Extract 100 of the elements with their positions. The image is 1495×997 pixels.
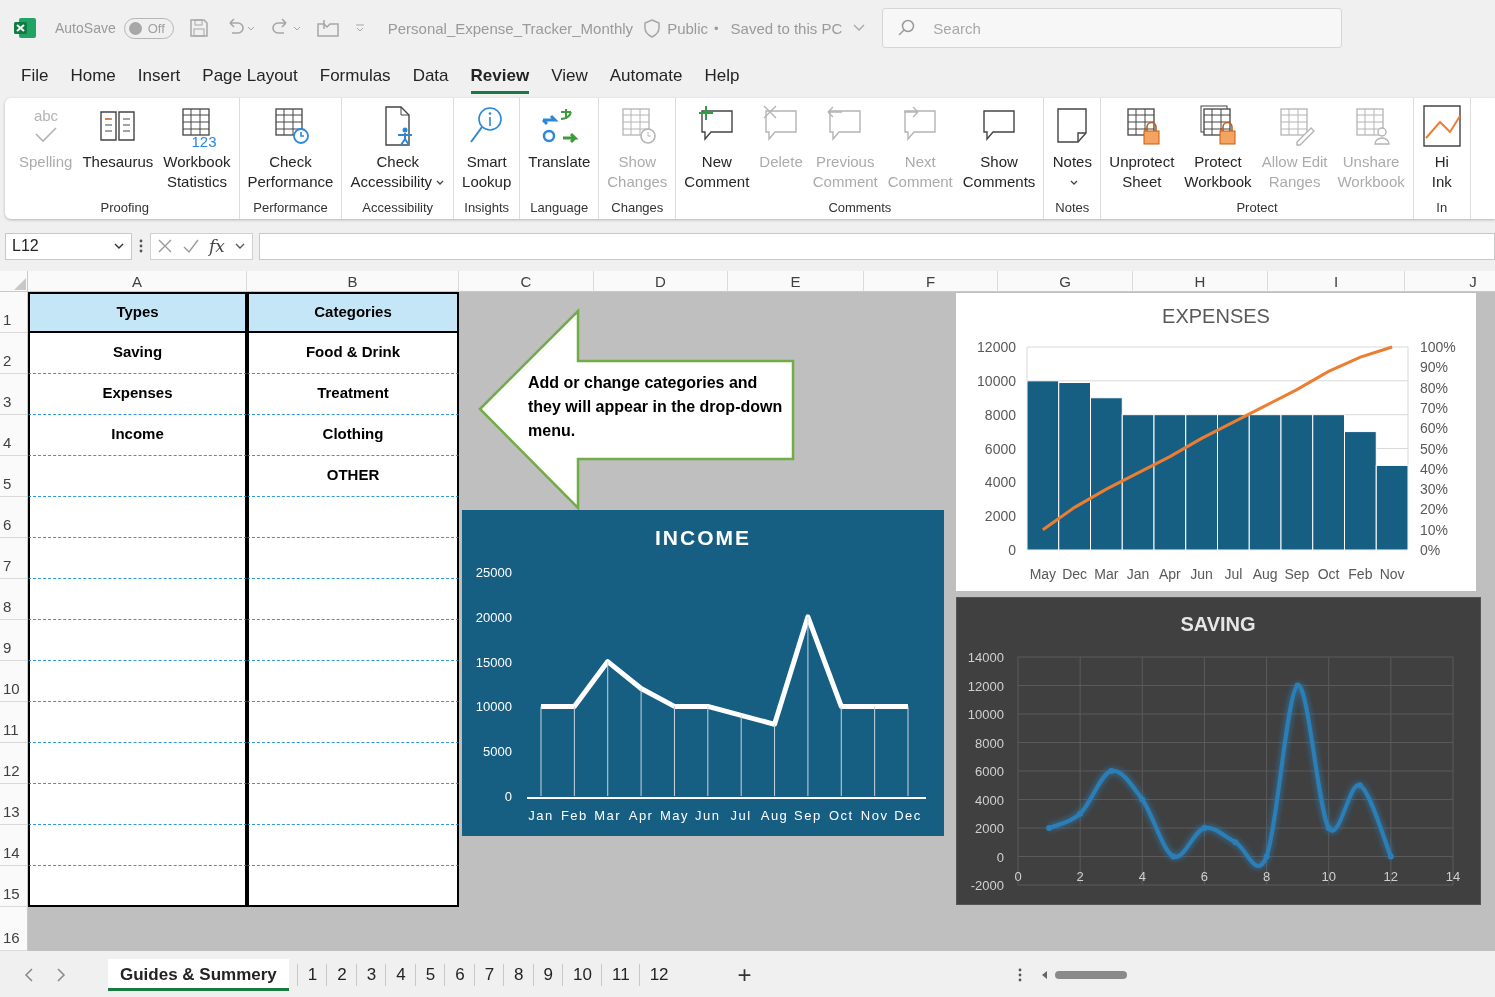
column-header[interactable]: D [594, 271, 728, 292]
column-header[interactable]: H [1133, 271, 1268, 292]
table-cell[interactable] [28, 538, 247, 579]
table-cell[interactable] [28, 743, 247, 784]
formula-field[interactable] [258, 232, 1495, 260]
caret-icon[interactable] [233, 241, 246, 251]
table-cell[interactable] [28, 456, 247, 497]
table-cell[interactable] [247, 497, 459, 538]
customize-caret-icon[interactable] [353, 22, 366, 34]
ribbon-button[interactable]: 123 Workbook Statistics [158, 98, 236, 200]
sheet-tab[interactable]: 1 [298, 958, 327, 991]
row-header[interactable]: 14 [0, 825, 28, 866]
menu-tab[interactable]: Insert [137, 59, 181, 94]
row-header[interactable]: 13 [0, 784, 28, 825]
table-cell[interactable] [247, 825, 459, 866]
row-header[interactable]: 9 [0, 620, 28, 661]
row-header[interactable]: 2 [0, 333, 28, 374]
ribbon-button[interactable]: Hi Ink [1416, 98, 1467, 200]
table-cell[interactable] [247, 784, 459, 825]
caret-icon[interactable] [113, 241, 125, 251]
sheet-tab[interactable]: 8 [505, 958, 533, 991]
row-header[interactable]: 15 [0, 866, 28, 907]
table-cell[interactable] [28, 497, 247, 538]
ribbon-button[interactable]: Protect Workbook [1179, 98, 1257, 200]
table-cell[interactable] [247, 620, 459, 661]
table-cell[interactable] [28, 702, 247, 743]
column-header[interactable]: G [998, 271, 1133, 292]
column-header[interactable]: B [247, 271, 459, 292]
table-cell[interactable]: Clothing [247, 415, 459, 456]
table-cell[interactable] [247, 661, 459, 702]
ribbon-button[interactable]: Check Accessibility [345, 98, 451, 200]
ribbon-button[interactable]: Notes [1047, 98, 1098, 200]
column-header[interactable]: F [864, 271, 998, 292]
table-cell[interactable] [28, 866, 247, 907]
row-header[interactable]: 11 [0, 702, 28, 743]
menu-tab[interactable]: View [551, 59, 588, 94]
menu-tab[interactable]: File [21, 59, 49, 94]
scroll-right-icon[interactable] [56, 967, 66, 982]
search-field[interactable]: Search [882, 8, 1343, 48]
row-header[interactable]: 5 [0, 456, 28, 497]
row-header[interactable]: 12 [0, 743, 28, 784]
cancel-icon[interactable] [157, 238, 173, 254]
row-header[interactable]: 10 [0, 661, 28, 702]
menu-tab[interactable]: Page Layout [202, 59, 298, 94]
sheet-tab[interactable]: 3 [357, 958, 386, 991]
table-cell[interactable] [28, 825, 247, 866]
insert-function-button[interactable]: fx [209, 236, 225, 256]
menu-tab[interactable]: Data [412, 59, 449, 94]
name-box[interactable]: L12 [5, 232, 132, 260]
menu-tab[interactable]: Home [70, 59, 116, 94]
table-cell[interactable] [28, 784, 247, 825]
row-header[interactable]: 7 [0, 538, 28, 579]
table-cell[interactable]: OTHER [247, 456, 459, 497]
table-cell[interactable] [247, 743, 459, 784]
ribbon-button[interactable]: Unprotect Sheet [1104, 98, 1180, 200]
menu-tab[interactable]: Review [470, 59, 530, 94]
save-icon[interactable] [187, 17, 210, 39]
column-header[interactable]: J [1405, 271, 1495, 292]
add-sheet-button[interactable]: + [737, 960, 752, 989]
row-header[interactable]: 4 [0, 415, 28, 456]
column-header[interactable]: E [728, 271, 864, 292]
ribbon-button[interactable]: Check Performance [242, 98, 339, 200]
column-heading[interactable]: Categories [247, 292, 459, 333]
table-cell[interactable] [247, 702, 459, 743]
ribbon-button[interactable]: Thesaurus [77, 98, 159, 200]
ribbon-button[interactable]: New Comment [679, 98, 755, 200]
sheet-tab[interactable]: 5 [416, 958, 445, 991]
row-header[interactable]: 3 [0, 374, 28, 415]
column-header[interactable]: A [28, 271, 247, 292]
column-header[interactable]: I [1268, 271, 1405, 292]
table-cell[interactable] [247, 866, 459, 907]
sheet-tab[interactable]: 9 [534, 958, 563, 991]
table-cell[interactable] [247, 538, 459, 579]
table-cell[interactable] [28, 620, 247, 661]
sheet-tab[interactable]: 2 [328, 958, 356, 991]
ribbon-button[interactable]: Show Comments [957, 98, 1041, 200]
check-icon[interactable] [182, 238, 200, 254]
table-cell[interactable] [247, 579, 459, 620]
menu-tab[interactable]: Automate [609, 59, 683, 94]
row-header[interactable]: 8 [0, 579, 28, 620]
sheet-tab[interactable]: 11 [602, 958, 639, 991]
column-heading[interactable]: Types [28, 292, 247, 333]
row-header[interactable]: 6 [0, 497, 28, 538]
sheet-tab[interactable]: 4 [387, 958, 415, 991]
menu-tab[interactable]: Formulas [319, 59, 391, 94]
more-options-icon[interactable] [138, 238, 144, 254]
row-header[interactable]: 1 [0, 292, 28, 333]
scroll-left-icon[interactable] [24, 967, 34, 982]
table-cell[interactable]: Food & Drink [247, 333, 459, 374]
table-cell[interactable]: Treatment [247, 374, 459, 415]
table-cell[interactable] [28, 579, 247, 620]
table-cell[interactable]: Saving [28, 333, 247, 374]
column-header[interactable]: C [459, 271, 594, 292]
sheet-tab[interactable]: 12 [640, 958, 678, 991]
table-cell[interactable]: Income [28, 415, 247, 456]
more-options-icon[interactable] [1016, 966, 1023, 983]
ribbon-button[interactable]: Translate [523, 98, 596, 200]
sheet-tab[interactable]: Guides & Summery [108, 958, 289, 991]
sheet-tab[interactable]: 7 [475, 958, 504, 991]
ribbon-button[interactable]: Smart Lookup [457, 98, 517, 200]
